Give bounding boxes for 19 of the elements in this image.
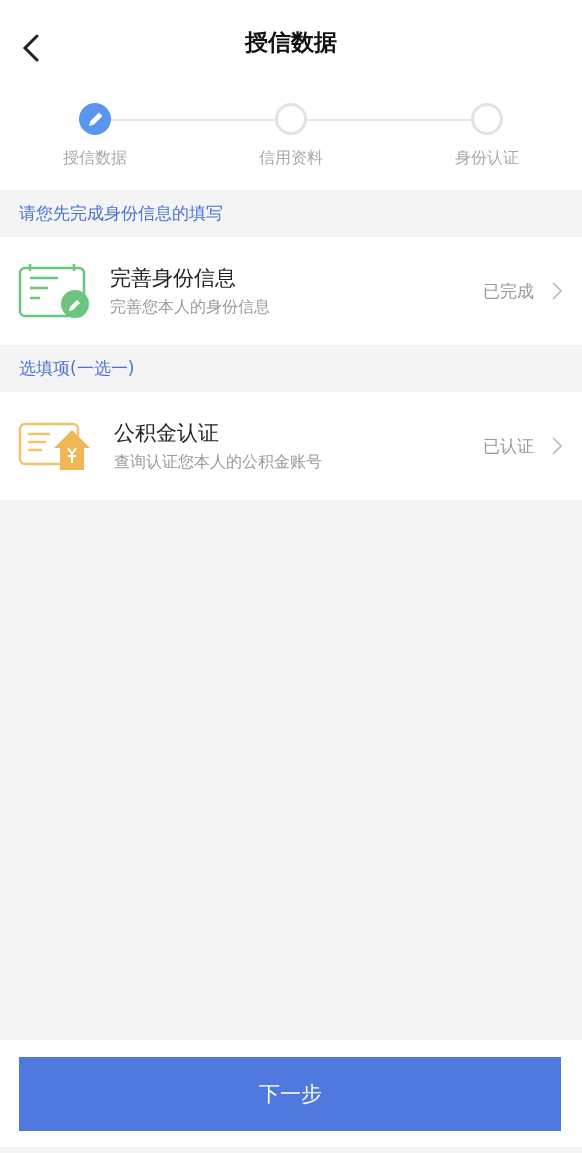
item-status: 已完成: [483, 279, 534, 303]
step-label: 信用资料: [259, 148, 323, 169]
section-heading: 请您先完成身份信息的填写: [19, 202, 223, 225]
list-item[interactable]: 公积金认证 查询认证您本人的公积金账号 已认证: [0, 392, 582, 500]
page-title: 授信数据: [245, 27, 337, 57]
chevron-right-icon: [552, 282, 562, 300]
back-icon[interactable]: [22, 34, 40, 62]
step-label: 身份认证: [455, 148, 519, 169]
item-title: 公积金认证: [114, 420, 220, 447]
step-label: 授信数据: [63, 148, 127, 169]
next-step-button[interactable]: 下一步: [19, 1056, 561, 1131]
section-heading: 选填项(一选一): [19, 357, 135, 380]
item-subtitle: 查询认证您本人的公积金账号: [114, 452, 323, 473]
item-status: 已认证: [483, 434, 534, 458]
list-item[interactable]: 完善身份信息 完善您本人的身份信息 已完成: [0, 237, 582, 345]
form-pencil-icon: [18, 262, 90, 320]
chevron-right-icon: [552, 437, 562, 455]
item-subtitle: 完善您本人的身份信息: [110, 297, 271, 318]
item-title: 完善身份信息: [110, 265, 237, 292]
